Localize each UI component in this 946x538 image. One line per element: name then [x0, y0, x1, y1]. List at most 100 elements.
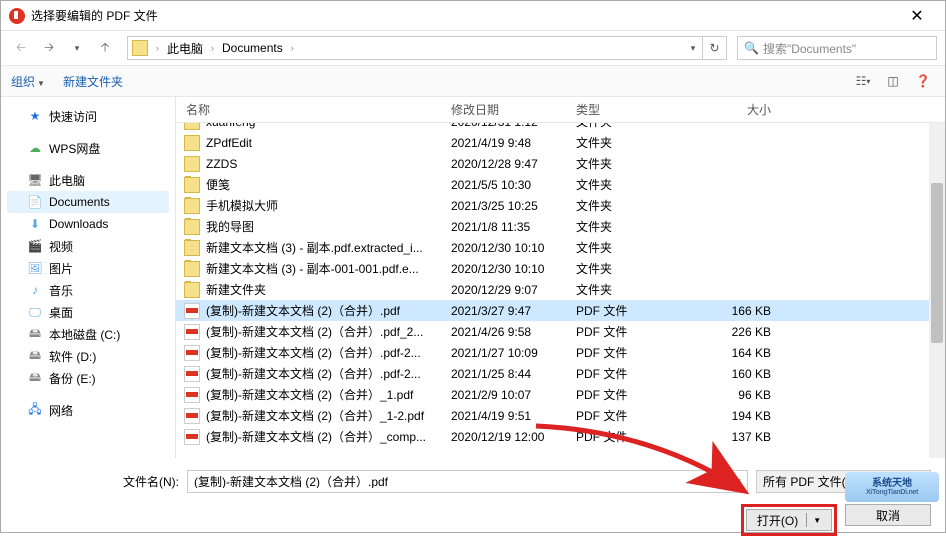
- file-name: 新建文件夹: [206, 281, 266, 298]
- sidebar-documents[interactable]: Documents: [49, 195, 110, 209]
- sidebar-videos[interactable]: 视频: [49, 238, 73, 255]
- filename-label: 文件名(N):: [123, 473, 179, 490]
- search-input[interactable]: 🔍 搜索"Documents": [737, 36, 937, 60]
- file-row[interactable]: (复制)-新建文本文档 (2)（合并）_1-2.pdf 2021/4/19 9:5…: [176, 405, 945, 426]
- sidebar-diske[interactable]: 备份 (E:): [49, 370, 96, 387]
- file-date: 2021/3/25 10:25: [441, 199, 566, 213]
- file-name: (复制)-新建文本文档 (2)（合并）_comp...: [206, 428, 426, 445]
- file-size: 160 KB: [681, 367, 791, 381]
- file-name: ZZDS: [206, 157, 237, 171]
- star-icon: ★: [27, 108, 43, 124]
- filename-combo[interactable]: ▾: [187, 470, 748, 493]
- preview-pane-button[interactable]: ◫: [881, 69, 905, 93]
- folder-icon: [184, 282, 200, 298]
- sidebar-diskc[interactable]: 本地磁盘 (C:): [49, 326, 120, 343]
- col-date[interactable]: 修改日期: [441, 101, 566, 118]
- sidebar-diskd[interactable]: 软件 (D:): [49, 348, 96, 365]
- search-placeholder: 搜索"Documents": [763, 40, 856, 57]
- view-options-button[interactable]: ☷▾: [851, 69, 875, 93]
- file-date: 2021/4/19 9:51: [441, 409, 566, 423]
- col-size[interactable]: 大小: [681, 101, 791, 118]
- crumb-documents[interactable]: Documents: [218, 41, 287, 55]
- chevron-down-icon[interactable]: ▾: [729, 476, 747, 487]
- sidebar-wps[interactable]: WPS网盘: [49, 140, 100, 157]
- file-date: 2021/3/27 9:47: [441, 304, 566, 318]
- file-date: 2020/12/28 9:47: [441, 157, 566, 171]
- folder-row[interactable]: 我的导图2021/1/8 11:35文件夹: [176, 216, 945, 237]
- sidebar-downloads[interactable]: Downloads: [49, 217, 108, 231]
- scrollbar[interactable]: [929, 123, 945, 458]
- window-title: 选择要编辑的 PDF 文件: [31, 7, 897, 24]
- filename-input[interactable]: [188, 474, 729, 488]
- file-date: 2021/5/5 10:30: [441, 178, 566, 192]
- network-icon: 🖧: [27, 402, 43, 418]
- help-button[interactable]: ❓: [911, 69, 935, 93]
- file-type: 文件夹: [566, 197, 681, 214]
- folder-row[interactable]: ZPdfEdit2021/4/19 9:48文件夹: [176, 132, 945, 153]
- file-date: 2021/2/9 10:07: [441, 388, 566, 402]
- document-icon: 📄: [27, 194, 43, 210]
- scrollbar-thumb[interactable]: [931, 183, 943, 343]
- folder-row[interactable]: xuanfeng2020/12/31 1:12文件夹: [176, 123, 945, 132]
- refresh-button[interactable]: ↻: [702, 37, 726, 59]
- breadcrumb[interactable]: › 此电脑 › Documents › ▾ ↻: [127, 36, 727, 60]
- file-date: 2020/12/29 9:07: [441, 283, 566, 297]
- nav-up[interactable]: 🡡: [93, 36, 117, 60]
- folder-icon: [184, 177, 200, 193]
- file-row[interactable]: (复制)-新建文本文档 (2)（合并）_comp... 2020/12/19 12…: [176, 426, 945, 447]
- newfolder-button[interactable]: 新建文件夹: [63, 73, 123, 90]
- video-icon: 🎬: [27, 238, 43, 254]
- file-row[interactable]: (复制)-新建文本文档 (2)（合并）_1.pdf2021/2/9 10:07P…: [176, 384, 945, 405]
- folder-row[interactable]: 新建文件夹2020/12/29 9:07文件夹: [176, 279, 945, 300]
- crumb-dropdown[interactable]: ▾: [684, 43, 702, 54]
- file-type: 文件夹: [566, 260, 681, 277]
- sidebar-pictures[interactable]: 图片: [49, 260, 73, 277]
- file-date: 2021/1/27 10:09: [441, 346, 566, 360]
- folder-row[interactable]: ZZDS2020/12/28 9:47文件夹: [176, 153, 945, 174]
- nav-back[interactable]: 🡠: [9, 36, 33, 60]
- file-type: PDF 文件: [566, 302, 681, 319]
- pdf-icon: [184, 324, 200, 340]
- folder-icon: [184, 156, 200, 172]
- organize-button[interactable]: 组织▼: [11, 73, 45, 90]
- file-name: 手机模拟大师: [206, 197, 278, 214]
- file-row[interactable]: (复制)-新建文本文档 (2)（合并）.pdf-2...2021/1/25 8:…: [176, 363, 945, 384]
- folder-icon: [184, 219, 200, 235]
- folder-row[interactable]: 新建文本文档 (3) - 副本-001-001.pdf.e...2020/12/…: [176, 258, 945, 279]
- folder-icon: [184, 198, 200, 214]
- file-row[interactable]: (复制)-新建文本文档 (2)（合并）.pdf2021/3/27 9:47PDF…: [176, 300, 945, 321]
- file-list[interactable]: xuanfeng2020/12/31 1:12文件夹ZPdfEdit2021/4…: [176, 123, 945, 458]
- folder-row[interactable]: 便笺2021/5/5 10:30文件夹: [176, 174, 945, 195]
- file-date: 2020/12/31 1:12: [441, 123, 566, 129]
- file-date: 2021/1/8 11:35: [441, 220, 566, 234]
- app-icon: [9, 8, 25, 24]
- file-type: PDF 文件: [566, 344, 681, 361]
- folder-row[interactable]: 新建文本文档 (3) - 副本.pdf.extracted_i...2020/1…: [176, 237, 945, 258]
- sidebar-quick[interactable]: 快速访问: [49, 108, 97, 125]
- file-row[interactable]: (复制)-新建文本文档 (2)（合并）.pdf-2...2021/1/27 10…: [176, 342, 945, 363]
- nav-forward[interactable]: 🡢: [37, 36, 61, 60]
- col-type[interactable]: 类型: [566, 101, 681, 118]
- sidebar-network[interactable]: 网络: [49, 402, 73, 419]
- close-button[interactable]: ✕: [897, 1, 937, 31]
- file-date: 2021/1/25 8:44: [441, 367, 566, 381]
- file-type: 文件夹: [566, 239, 681, 256]
- nav-history[interactable]: ▾: [65, 36, 89, 60]
- file-date: 2020/12/19 12:00: [441, 430, 566, 444]
- pdf-icon: [184, 303, 200, 319]
- file-name: ZPdfEdit: [206, 136, 252, 150]
- sidebar-desktop[interactable]: 桌面: [49, 304, 73, 321]
- column-headers[interactable]: 名称 修改日期 类型 大小: [176, 97, 945, 123]
- file-name: (复制)-新建文本文档 (2)（合并）.pdf_2...: [206, 323, 423, 340]
- open-button[interactable]: 打开(O)▼: [746, 509, 832, 531]
- sidebar-thispc[interactable]: 此电脑: [49, 172, 85, 189]
- folder-row[interactable]: 手机模拟大师 2021/3/25 10:25文件夹: [176, 195, 945, 216]
- col-name[interactable]: 名称: [176, 101, 441, 118]
- file-name: (复制)-新建文本文档 (2)（合并）_1-2.pdf: [206, 407, 424, 424]
- sidebar-music[interactable]: 音乐: [49, 282, 73, 299]
- file-row[interactable]: (复制)-新建文本文档 (2)（合并）.pdf_2...2021/4/26 9:…: [176, 321, 945, 342]
- cancel-button[interactable]: 取消: [845, 504, 931, 526]
- cloud-icon: ☁: [27, 140, 43, 156]
- folder-icon: [184, 240, 200, 256]
- crumb-thispc[interactable]: 此电脑: [163, 40, 207, 57]
